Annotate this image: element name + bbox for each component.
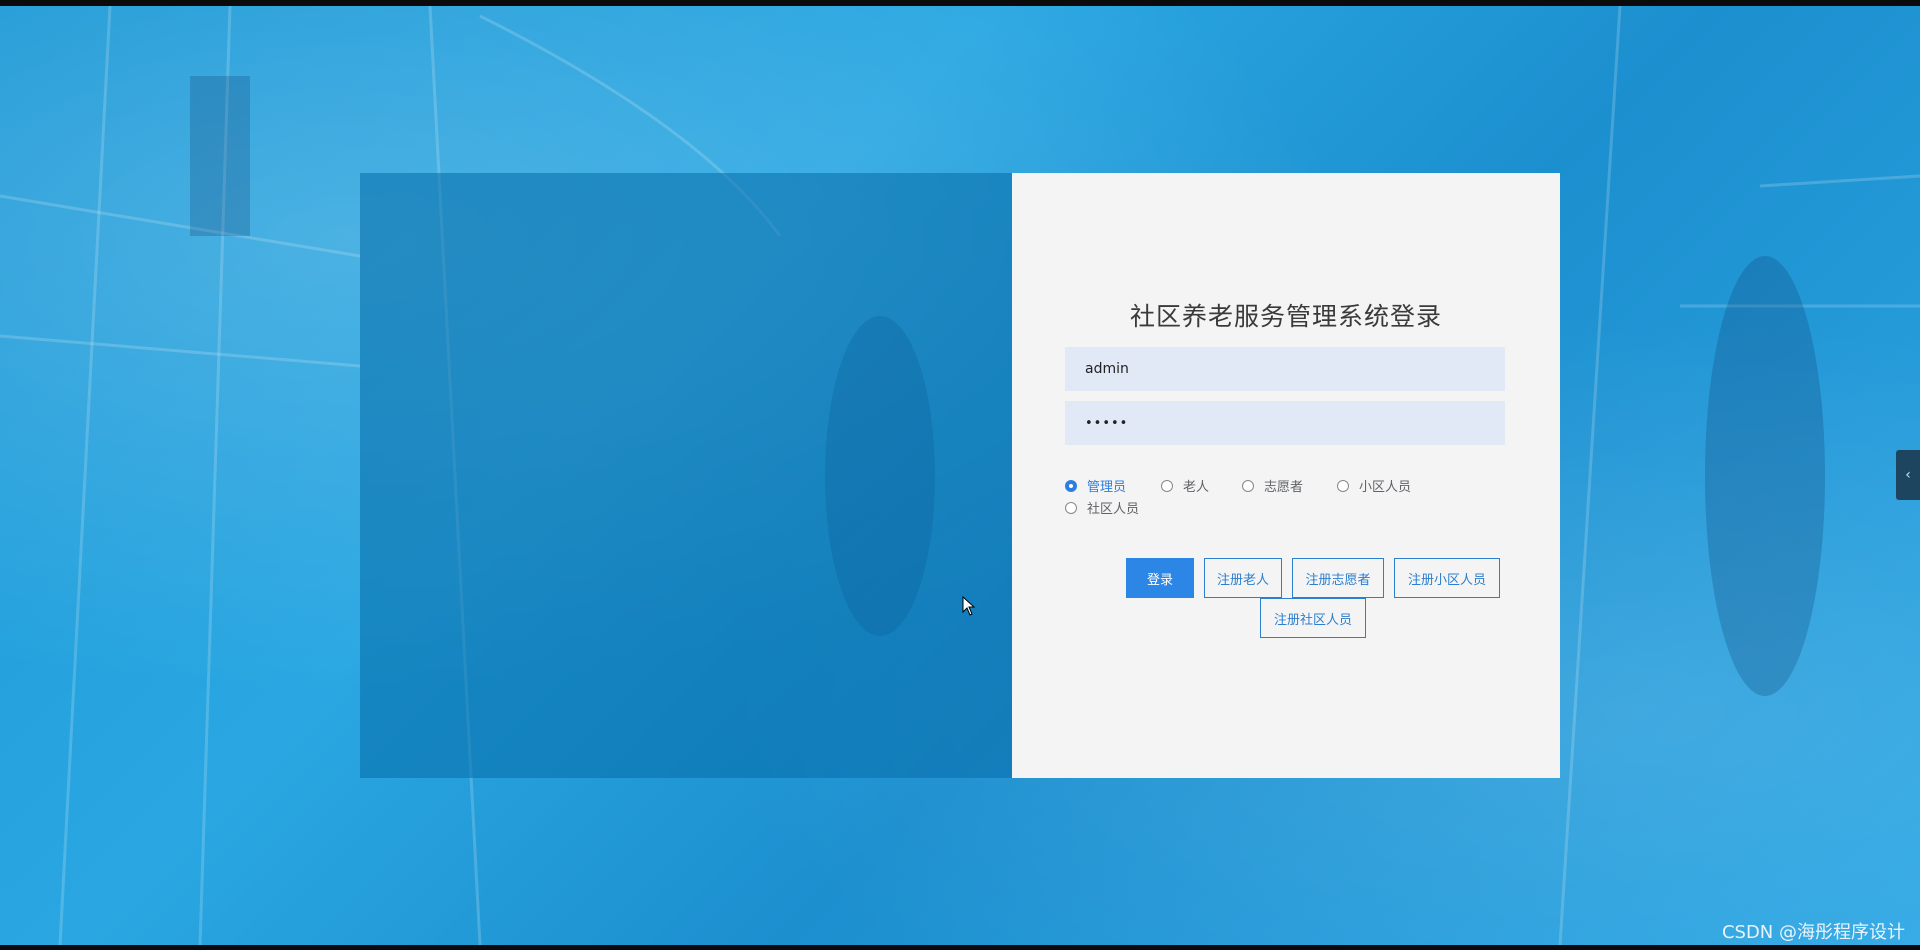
password-input[interactable]: ••••• xyxy=(1065,401,1505,445)
register-elder-button[interactable]: 注册老人 xyxy=(1204,558,1282,598)
radio-selected-icon xyxy=(1065,479,1077,492)
login-title: 社区养老服务管理系统登录 xyxy=(1129,302,1442,331)
role-radio-elder[interactable]: 老人 xyxy=(1161,476,1209,495)
radio-icon xyxy=(1065,501,1077,514)
password-value: ••••• xyxy=(1085,415,1129,431)
radio-icon xyxy=(1337,479,1349,492)
bottom-border xyxy=(0,945,1920,950)
login-button[interactable]: 登录 xyxy=(1126,558,1194,598)
username-value: admin xyxy=(1085,361,1129,377)
mouse-cursor-icon xyxy=(962,596,976,616)
register-resident-button[interactable]: 注册小区人员 xyxy=(1394,558,1500,598)
role-label: 社区人员 xyxy=(1087,502,1140,517)
chevron-left-icon: ‹ xyxy=(1905,467,1911,483)
role-radio-resident[interactable]: 小区人员 xyxy=(1337,476,1411,495)
login-card: 社区养老服务管理系统登录 admin ••••• 管理员 老人 志愿者 小区人员… xyxy=(1012,173,1560,778)
register-community-button[interactable]: 注册社区人员 xyxy=(1260,598,1366,638)
role-radio-community[interactable]: 社区人员 xyxy=(1065,498,1139,517)
role-label: 老人 xyxy=(1183,480,1210,495)
role-label: 管理员 xyxy=(1087,480,1127,495)
role-label: 志愿者 xyxy=(1264,480,1304,495)
role-label: 小区人员 xyxy=(1359,480,1412,495)
register-volunteer-button[interactable]: 注册志愿者 xyxy=(1292,558,1384,598)
username-input[interactable]: admin xyxy=(1065,347,1505,391)
login-left-overlay xyxy=(360,173,1012,778)
role-radio-admin[interactable]: 管理员 xyxy=(1065,476,1126,495)
side-collapse-tab[interactable]: ‹ xyxy=(1896,450,1920,500)
role-radio-volunteer[interactable]: 志愿者 xyxy=(1242,476,1303,495)
radio-icon xyxy=(1161,479,1173,492)
radio-icon xyxy=(1242,479,1254,492)
watermark: CSDN @海彤程序设计 xyxy=(1721,922,1905,943)
